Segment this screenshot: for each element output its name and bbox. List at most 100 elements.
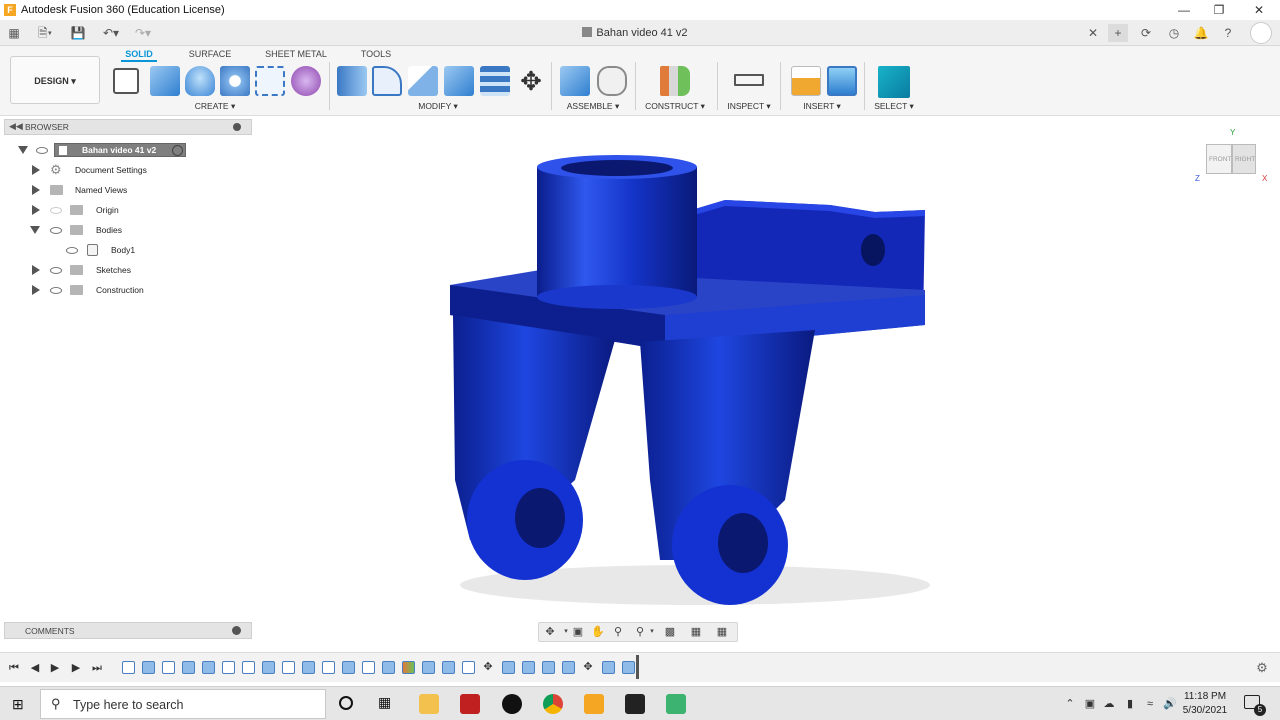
- zoom-icon[interactable]: ⚲: [611, 626, 625, 638]
- timeline-start-icon[interactable]: ⏮: [8, 662, 20, 674]
- timeline-extrude-feature[interactable]: [382, 661, 395, 674]
- timeline-marker[interactable]: [636, 655, 639, 679]
- wifi-icon[interactable]: ≈: [1144, 698, 1156, 710]
- help-icon[interactable]: ?: [1220, 24, 1236, 42]
- modify-menu[interactable]: MODIFY ▾: [408, 101, 468, 112]
- hidden-eye-icon[interactable]: [50, 207, 62, 214]
- document-tab[interactable]: Bahan video 41 v2: [565, 20, 705, 46]
- save-icon[interactable]: 💾: [70, 24, 86, 42]
- timeline-extrude-feature[interactable]: [522, 661, 535, 674]
- orbit-icon[interactable]: ✥: [543, 626, 557, 638]
- assemble-menu[interactable]: ASSEMBLE ▾: [560, 101, 626, 112]
- tray-app-icon[interactable]: ▣: [1084, 698, 1096, 710]
- windows-start-icon[interactable]: ⊞: [12, 696, 24, 713]
- data-panel-grid-icon[interactable]: ▦: [6, 24, 22, 42]
- browser-item-bodies[interactable]: Bodies: [30, 222, 230, 238]
- tab-tools[interactable]: TOOLS: [358, 49, 394, 59]
- timeline-end-icon[interactable]: ⏭: [91, 662, 103, 674]
- browser-options-icon[interactable]: [233, 123, 241, 131]
- inspect-menu[interactable]: INSPECT ▾: [722, 101, 776, 112]
- timeline-extrude-feature[interactable]: [602, 661, 615, 674]
- undo-icon[interactable]: ↶▾: [98, 24, 124, 42]
- create-menu[interactable]: CREATE ▾: [185, 101, 245, 112]
- cortana-icon[interactable]: [339, 696, 353, 710]
- close-tab-icon[interactable]: ✕: [1086, 24, 1100, 42]
- expand-toggle-icon[interactable]: [32, 265, 40, 275]
- viewcube-right-face[interactable]: RIGHT: [1232, 144, 1256, 174]
- timeline-extrude-feature[interactable]: [182, 661, 195, 674]
- new-tab-icon[interactable]: +: [1108, 24, 1128, 42]
- recorder-app-icon[interactable]: [666, 694, 686, 714]
- redo-icon[interactable]: ↷▾: [130, 24, 156, 42]
- chrome-icon[interactable]: [543, 694, 563, 714]
- taskbar-clock[interactable]: 11:18 PM 5/30/2021: [1180, 690, 1230, 718]
- create-sketch-icon[interactable]: [113, 68, 139, 94]
- notifications-bell-icon[interactable]: 🔔: [1193, 24, 1209, 42]
- extrude-icon[interactable]: [150, 66, 180, 96]
- new-component-icon[interactable]: [560, 66, 590, 96]
- select-menu[interactable]: SELECT ▾: [866, 101, 922, 112]
- revolve-icon[interactable]: [185, 66, 215, 96]
- insert-canvas-icon[interactable]: [827, 66, 857, 96]
- volume-icon[interactable]: 🔊: [1163, 698, 1177, 710]
- tray-overflow-icon[interactable]: ⌃: [1064, 698, 1076, 710]
- close-window-button[interactable]: ✕: [1240, 0, 1278, 20]
- onedrive-cloud-icon[interactable]: ☁: [1103, 698, 1115, 710]
- visibility-eye-icon[interactable]: [36, 147, 48, 154]
- browser-item-origin[interactable]: Origin: [30, 202, 230, 218]
- timeline-sketch-feature[interactable]: [222, 661, 235, 674]
- visibility-eye-icon[interactable]: [50, 287, 62, 294]
- hole-icon[interactable]: [220, 66, 250, 96]
- create-form-icon[interactable]: [291, 66, 321, 96]
- xbox-icon[interactable]: [502, 694, 522, 714]
- split-body-icon[interactable]: [480, 66, 510, 96]
- timeline-sketch-feature[interactable]: [242, 661, 255, 674]
- expand-toggle-icon[interactable]: [30, 226, 40, 234]
- browser-item-construction[interactable]: Construction: [30, 282, 230, 298]
- browser-item-root[interactable]: Bahan video 41 v2: [16, 142, 196, 158]
- viewcube-front-face[interactable]: FRONT: [1206, 144, 1232, 174]
- timeline-extrude-feature[interactable]: [442, 661, 455, 674]
- joint-icon[interactable]: [597, 66, 627, 96]
- taskbar-search-box[interactable]: ⚲ Type here to search: [40, 689, 326, 719]
- expand-toggle-icon[interactable]: [32, 185, 40, 195]
- workspace-design-button[interactable]: DESIGN ▾: [10, 56, 100, 104]
- timeline-extrude-feature[interactable]: [142, 661, 155, 674]
- task-view-icon[interactable]: ▦: [378, 694, 391, 711]
- timeline-extrude-feature[interactable]: [622, 661, 635, 674]
- model-body1[interactable]: [255, 120, 1280, 645]
- tab-surface[interactable]: SURFACE: [188, 49, 232, 59]
- pattern-icon[interactable]: [255, 66, 285, 96]
- timeline-sketch-feature[interactable]: [462, 661, 475, 674]
- pan-hand-icon[interactable]: ✋: [591, 626, 605, 638]
- timeline-settings-gear-icon[interactable]: ⚙: [1256, 661, 1268, 674]
- insert-derive-icon[interactable]: [791, 66, 821, 96]
- browser-item-body1[interactable]: Body1: [60, 242, 240, 258]
- timeline-next-icon[interactable]: ▶: [70, 662, 82, 674]
- timeline-sketch-feature[interactable]: [162, 661, 175, 674]
- timeline-prev-icon[interactable]: ◀: [29, 662, 41, 674]
- browser-item-sketches[interactable]: Sketches: [30, 262, 230, 278]
- history-clock-icon[interactable]: ◷: [1166, 24, 1182, 42]
- timeline-extrude-feature[interactable]: [502, 661, 515, 674]
- comments-panel[interactable]: COMMENTS: [4, 622, 252, 639]
- file-menu-icon[interactable]: 🗎▾: [32, 24, 58, 42]
- viewports-icon[interactable]: ▦: [715, 626, 729, 638]
- timeline-sketch-feature[interactable]: [322, 661, 335, 674]
- timeline-sketch-feature[interactable]: [282, 661, 295, 674]
- visibility-eye-icon[interactable]: [50, 227, 62, 234]
- job-status-icon[interactable]: ⟳: [1138, 24, 1154, 42]
- timeline-extrude-feature[interactable]: [562, 661, 575, 674]
- 3d-viewport[interactable]: [255, 120, 1280, 645]
- tab-solid[interactable]: SOLID: [121, 49, 157, 62]
- viewcube[interactable]: Y FRONT RIGHT Z X: [1194, 128, 1270, 192]
- timeline-extrude-feature[interactable]: [202, 661, 215, 674]
- select-icon[interactable]: [878, 66, 910, 98]
- move-copy-icon[interactable]: ✥: [516, 66, 546, 96]
- expand-toggle-icon[interactable]: [18, 146, 28, 154]
- timeline-extrude-feature[interactable]: [262, 661, 275, 674]
- add-comment-icon[interactable]: [232, 626, 241, 635]
- minimize-button[interactable]: —: [1165, 0, 1203, 20]
- visibility-eye-icon[interactable]: [50, 267, 62, 274]
- expand-toggle-icon[interactable]: [32, 165, 40, 175]
